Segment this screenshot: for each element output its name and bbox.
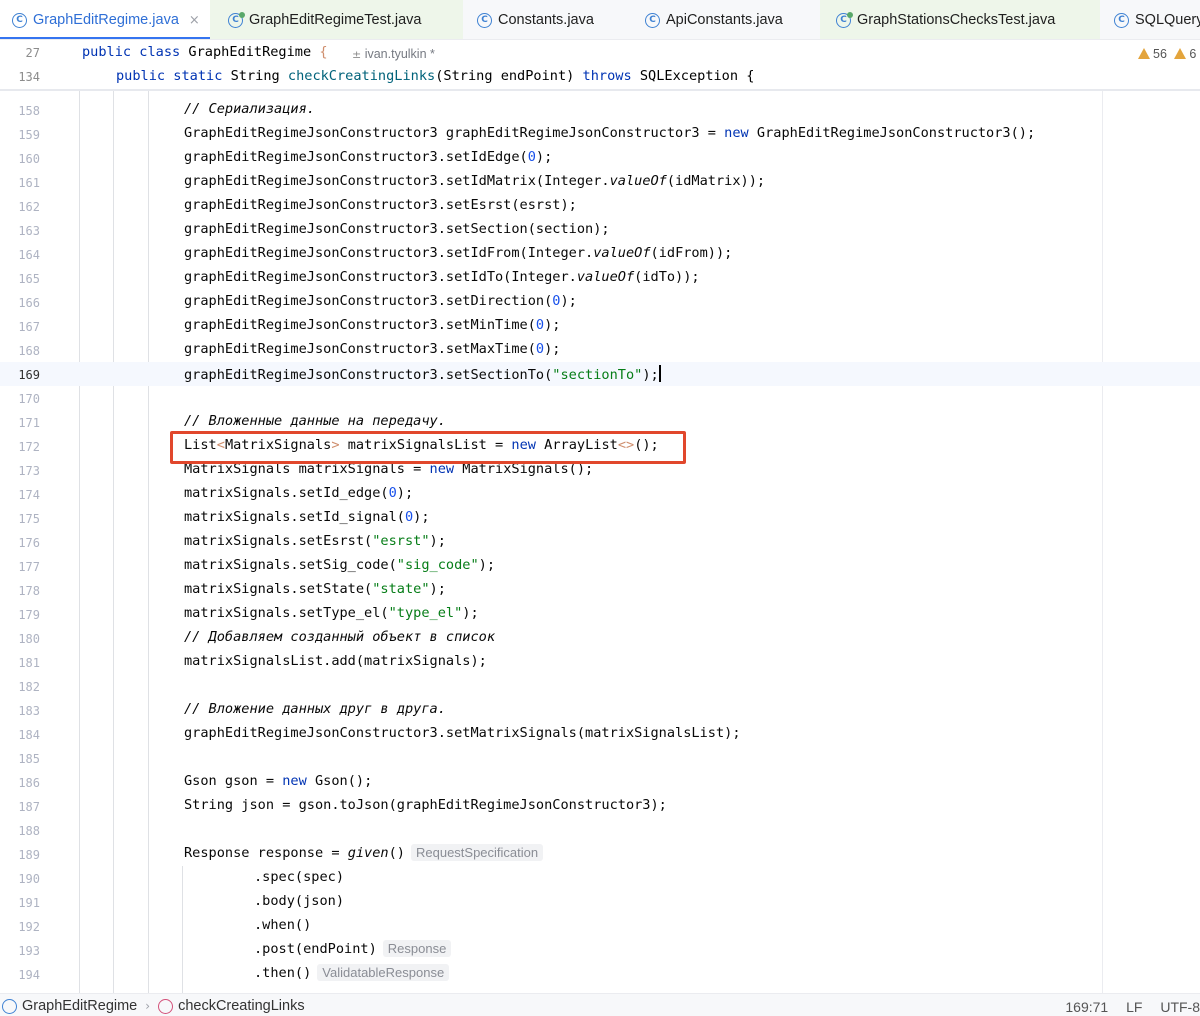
code-line: 191 .body(json): [18, 893, 345, 910]
line-number: 27: [25, 46, 40, 60]
tab-label: GraphStationsChecksTest.java: [857, 12, 1056, 28]
class-icon: C: [1114, 12, 1129, 28]
code-line: 186 Gson gson = new Gson();: [18, 773, 373, 790]
code-line: 184 graphEditRegimeJsonConstructor3.setMa…: [18, 725, 741, 742]
code-line: 183// Вложение данных друг в друга.: [18, 701, 446, 718]
code-line: 187 String json = gson.toJson(graphEditRe…: [18, 797, 667, 814]
code-line: 188: [18, 824, 40, 838]
type-hint: ValidatableResponse: [317, 964, 450, 981]
code-line: 174 matrixSignals.setId_edge(0);: [18, 485, 414, 502]
code-line: 180// Добавляем созданный объект в списо…: [18, 629, 495, 646]
class-icon: C: [12, 12, 27, 28]
code-line: 163 graphEditRegimeJsonConstructor3.setSe…: [18, 221, 610, 238]
tab-graph-edit-regime-test[interactable]: C GraphEditRegimeTest.java: [210, 0, 463, 39]
breadcrumb-method[interactable]: checkCreatingLinks: [178, 998, 305, 1014]
code-line: 179 matrixSignals.setType_el("type_el");: [18, 605, 479, 622]
code-line: 181 matrixSignalsList.add(matrixSignals);: [18, 653, 487, 670]
code-line: 194 .then() ValidatableResponse: [0, 962, 1200, 986]
current-line: 169 graphEditRegimeJsonConstructor3.setSe…: [0, 362, 1200, 386]
code-line: 175 matrixSignals.setId_signal(0);: [18, 509, 430, 526]
code-line: 162 graphEditRegimeJsonConstructor3.setEs…: [18, 197, 577, 214]
sticky-line-method: 134 public static String checkCreatingLi…: [0, 65, 1200, 89]
sticky-line-class: 27 public class GraphEditRegime { ± ivan…: [0, 41, 1200, 65]
code-line: 161 graphEditRegimeJsonConstructor3.setId…: [18, 173, 766, 190]
code-line: 185: [18, 752, 40, 766]
code-editor[interactable]: 158// Сериализация. 159 GraphEditRegimeJs…: [0, 91, 1200, 993]
code-line: 165 graphEditRegimeJsonConstructor3.setId…: [18, 269, 700, 286]
class-declaration: public class GraphEditRegime {: [82, 44, 328, 60]
class-icon: [2, 998, 17, 1014]
code-line: 166 graphEditRegimeJsonConstructor3.setDi…: [18, 293, 577, 310]
type-hint: Response: [382, 940, 452, 957]
breadcrumb-class[interactable]: GraphEditRegime: [22, 998, 137, 1014]
tab-label: GraphEditRegime.java: [33, 12, 179, 28]
warning-icon: [1138, 48, 1150, 59]
class-icon: C: [477, 12, 492, 28]
code-line: 171// Вложенные данные на передачу.: [18, 413, 446, 430]
code-line: 168 graphEditRegimeJsonConstructor3.setMa…: [18, 341, 561, 358]
tab-label: Constants.java: [498, 12, 594, 28]
code-line: 193 .post(endPoint) Response: [0, 938, 1200, 962]
code-line: 164 graphEditRegimeJsonConstructor3.setId…: [18, 245, 733, 262]
close-icon[interactable]: ×: [189, 13, 200, 28]
author-icon: ±: [352, 48, 362, 61]
caret-position[interactable]: 169:71: [1065, 999, 1108, 1015]
line-number: 134: [18, 70, 40, 84]
code-line: 173 MatrixSignals matrixSignals = new Mat…: [18, 461, 594, 478]
tab-sql-query[interactable]: C SQLQuery: [1100, 0, 1200, 39]
type-hint: RequestSpecification: [410, 844, 544, 861]
author-hint[interactable]: ± ivan.tyulkin *: [352, 47, 435, 61]
test-class-icon: C: [836, 11, 853, 28]
tab-label: GraphEditRegimeTest.java: [249, 12, 422, 28]
tab-graph-edit-regime[interactable]: C GraphEditRegime.java ×: [0, 0, 210, 39]
status-bar: GraphEditRegime › checkCreatingLinks 169…: [0, 993, 1200, 1016]
file-encoding[interactable]: UTF-8: [1160, 999, 1200, 1015]
code-line: 160 graphEditRegimeJsonConstructor3.setId…: [18, 149, 553, 166]
code-line: 178 matrixSignals.setState("state");: [18, 581, 446, 598]
tab-api-constants[interactable]: C ApiConstants.java: [633, 0, 820, 39]
method-declaration: public static String checkCreatingLinks(…: [116, 68, 755, 84]
text-caret: [658, 365, 661, 382]
code-line: 189 Response response = given() RequestSpe…: [0, 842, 1200, 866]
code-line: 167 graphEditRegimeJsonConstructor3.setMi…: [18, 317, 561, 334]
code-line: 170: [18, 392, 40, 406]
code-line: 159 GraphEditRegimeJsonConstructor3 graph…: [18, 125, 1036, 142]
breadcrumb-separator: ›: [145, 999, 151, 1013]
class-icon: C: [645, 12, 660, 28]
breadcrumb: GraphEditRegime › checkCreatingLinks: [2, 998, 305, 1014]
test-class-icon: C: [228, 11, 245, 28]
code-line: 177 matrixSignals.setSig_code("sig_code")…: [18, 557, 496, 574]
method-icon: [158, 998, 174, 1014]
tab-label: SQLQuery: [1135, 12, 1200, 28]
code-line: 172 List<MatrixSignals> matrixSignalsList…: [18, 437, 659, 454]
status-right-widgets: 169:71 LF UTF-8: [1051, 999, 1200, 1015]
warning-icon: [1174, 48, 1187, 59]
code-line: 176 matrixSignals.setEsrst("esrst");: [18, 533, 446, 550]
code-line: 182: [18, 680, 40, 694]
code-line: 190 .spec(spec): [18, 869, 345, 886]
line-separator[interactable]: LF: [1126, 999, 1142, 1015]
code-line: 158// Сериализация.: [18, 101, 315, 118]
editor-tab-bar: C GraphEditRegime.java × C GraphEditRegi…: [0, 0, 1200, 40]
tab-graph-stations-checks-test[interactable]: C GraphStationsChecksTest.java: [820, 0, 1100, 39]
tab-constants[interactable]: C Constants.java: [463, 0, 633, 39]
code-line: 192 .when(): [18, 917, 312, 934]
tab-label: ApiConstants.java: [666, 12, 783, 28]
warnings-indicator[interactable]: 56 6: [1138, 47, 1196, 61]
